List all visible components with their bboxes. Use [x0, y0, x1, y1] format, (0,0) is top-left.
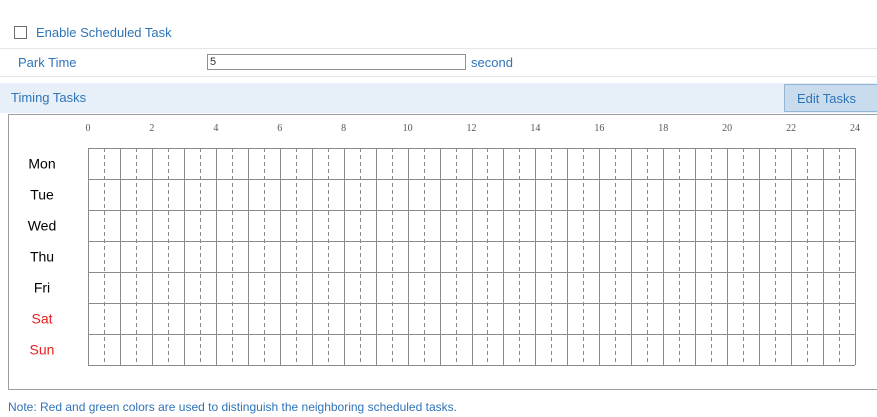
hour-tick-label: 10 — [403, 123, 413, 134]
day-label-wed: Wed — [28, 218, 57, 234]
hour-tick-label: 6 — [277, 123, 282, 134]
hour-tick-label: 18 — [658, 123, 668, 134]
weekly-schedule-grid[interactable]: 0 2 4 6 8 10 12 14 16 18 20 22 24 Mon Tue Wed Thu Fri Sat S… — [8, 114, 877, 390]
schedule-row-sat[interactable] — [88, 303, 855, 334]
hour-tick-label: 12 — [467, 123, 477, 134]
day-label-mon: Mon — [28, 156, 55, 172]
timing-tasks-header: Timing Tasks Edit Tasks — [0, 83, 877, 113]
timing-tasks-title: Timing Tasks — [11, 90, 87, 105]
hour-tick-label: 16 — [594, 123, 604, 134]
day-label-fri: Fri — [34, 280, 50, 296]
day-label-thu: Thu — [30, 249, 54, 265]
schedule-row-fri[interactable] — [88, 272, 855, 303]
day-label-tue: Tue — [30, 187, 54, 203]
schedule-row-thu[interactable] — [88, 241, 855, 272]
hour-tick-label: 14 — [530, 123, 540, 134]
schedule-row-mon[interactable] — [88, 148, 855, 179]
hour-tick-label: 8 — [341, 123, 346, 134]
park-time-label: Park Time — [18, 55, 77, 70]
day-label-sun: Sun — [30, 342, 55, 358]
schedule-row-tue[interactable] — [88, 179, 855, 210]
ptz-scheduled-task-panel: Enable Scheduled Task Park Time second T… — [0, 0, 877, 417]
hour-tick-label: 0 — [86, 123, 91, 134]
enable-scheduled-task-label: Enable Scheduled Task — [36, 24, 172, 40]
park-time-row: Park Time second — [0, 48, 877, 77]
hour-tick-label: 4 — [213, 123, 218, 134]
schedule-row-wed[interactable] — [88, 210, 855, 241]
edit-tasks-button[interactable]: Edit Tasks — [784, 84, 877, 112]
enable-scheduled-task-row[interactable]: Enable Scheduled Task — [11, 19, 172, 45]
hour-tick-label: 2 — [149, 123, 154, 134]
hour-tick-label: 22 — [786, 123, 796, 134]
park-time-input[interactable] — [207, 54, 466, 70]
color-note: Note: Red and green colors are used to d… — [8, 400, 457, 414]
hour-tick-label: 20 — [722, 123, 732, 134]
enable-scheduled-task-checkbox[interactable] — [14, 25, 27, 39]
day-label-sat: Sat — [31, 311, 52, 327]
park-time-unit: second — [471, 55, 513, 70]
schedule-svg: 0 2 4 6 8 10 12 14 16 18 20 22 24MonTueWedThuFriSatS… — [28, 123, 860, 366]
schedule-row-sun[interactable] — [88, 334, 855, 365]
hour-tick-label: 24 — [850, 123, 860, 134]
